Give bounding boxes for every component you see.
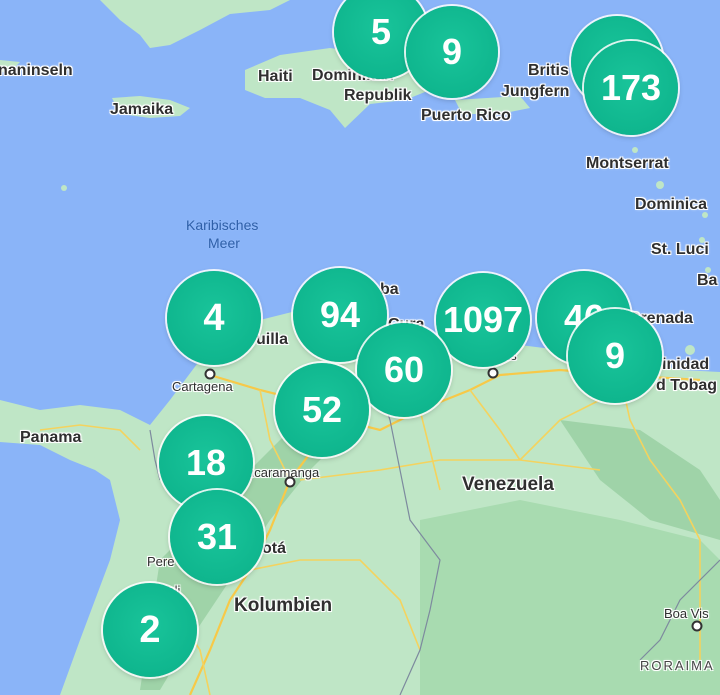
cluster-count: 9 (604, 335, 626, 376)
cluster-count: 1097 (442, 299, 524, 340)
cluster-count: 52 (301, 389, 343, 430)
label-roraima: RORAIMA (640, 658, 715, 673)
cluster-marker[interactable]: 173 (584, 41, 678, 135)
label-colombia: Kolumbien (234, 595, 333, 616)
label-haiti: Haiti (258, 68, 293, 85)
label-boa-vista: Boa Vis (664, 606, 709, 621)
label-st-lucia: St. Luci (651, 241, 709, 258)
label-pereira: Pere (147, 554, 175, 569)
label-caribbean: Karibisches (186, 217, 259, 233)
cluster-marker[interactable]: 4 (167, 271, 261, 365)
label-barranquilla: uilla (256, 331, 289, 348)
label-jungfern: Jungfern (501, 83, 570, 100)
cluster-count: 5 (370, 11, 392, 52)
city-dot-caracas (487, 367, 499, 379)
label-bucaramanga: ucaramanga (247, 465, 320, 480)
cluster-count: 173 (600, 67, 662, 108)
cluster-count: 2 (139, 608, 161, 651)
cluster-count: 31 (196, 516, 238, 557)
city-dot-boa-vista (691, 620, 703, 632)
label-barbados: Ba (697, 272, 718, 289)
label-sea: Meer (208, 235, 240, 251)
cluster-count: 60 (383, 349, 425, 390)
city-dot-bucaramanga (284, 476, 296, 488)
label-cartagena: Cartagena (172, 379, 233, 394)
cluster-marker[interactable]: 9 (568, 309, 662, 403)
label-bogota: otá (262, 540, 286, 557)
cluster-count: 9 (441, 31, 463, 72)
city-dot-cartagena (204, 368, 216, 380)
cluster-marker[interactable]: 31 (170, 490, 264, 584)
cluster-count: 18 (185, 442, 227, 483)
cluster-marker[interactable]: 2 (103, 583, 197, 677)
label-inseln: naninseln (0, 62, 73, 79)
cluster-count: 94 (319, 294, 361, 335)
label-dominica: Dominica (635, 196, 708, 213)
label-trinidad: inidad (662, 356, 710, 373)
label-tobago: d Tobag (656, 377, 718, 394)
cluster-marker[interactable]: 60 (357, 323, 451, 417)
label-panama: Panama (20, 429, 82, 446)
cluster-marker[interactable]: 9 (406, 6, 498, 98)
label-montserrat: Montserrat (586, 155, 669, 172)
label-british-virgin: Britis (528, 62, 569, 79)
cluster-marker[interactable]: 52 (275, 363, 369, 457)
label-puerto-rico: Puerto Rico (421, 107, 511, 124)
cluster-marker[interactable]: 1097 (436, 273, 530, 367)
label-venezuela: Venezuela (462, 474, 554, 495)
label-jamaica: Jamaika (110, 101, 174, 118)
label-dominican-republic-2: Republik (344, 87, 412, 104)
cluster-count: 4 (203, 296, 225, 339)
